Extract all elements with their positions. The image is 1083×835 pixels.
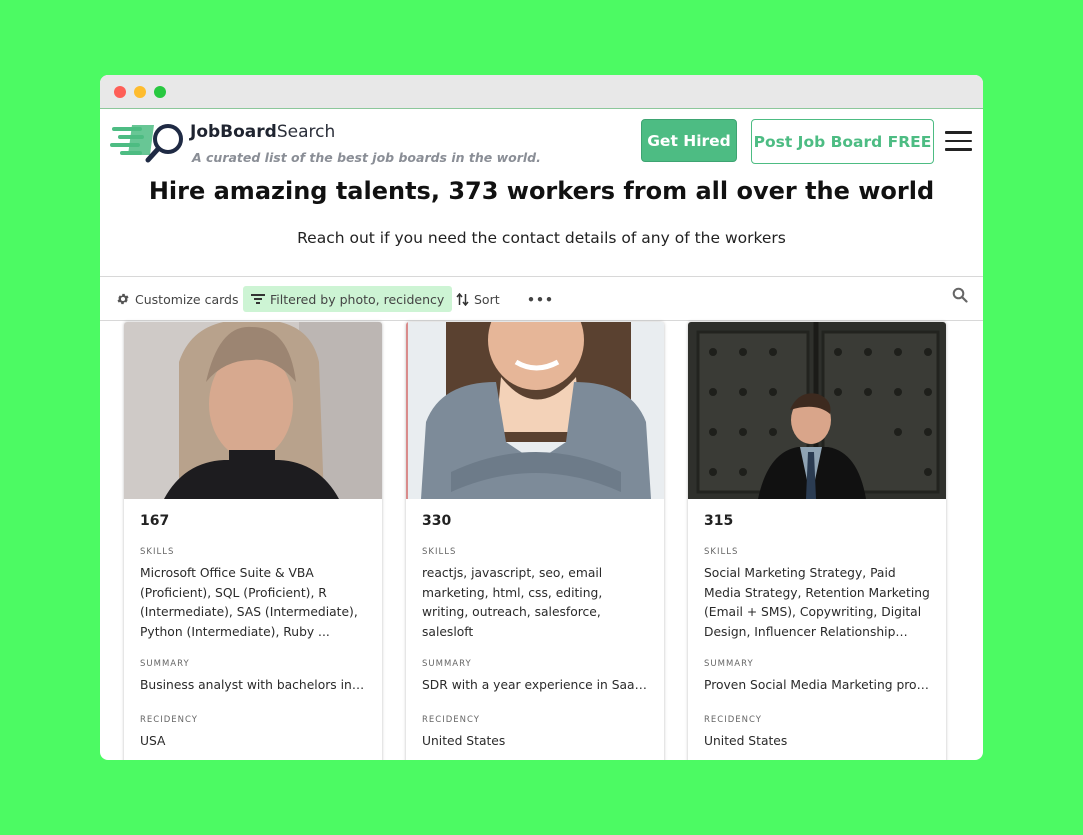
worker-card[interactable]: 315 SKILLS Social Marketing Strategy, Pa…	[688, 322, 946, 760]
logo-search-icon[interactable]	[110, 121, 186, 163]
worker-id: 167	[140, 513, 170, 529]
recidency-label: RECIDENCY	[704, 715, 762, 725]
get-hired-button[interactable]: Get Hired	[641, 119, 737, 162]
site-header: JobBoardSearch A curated list of the bes…	[100, 109, 983, 174]
worker-id: 315	[704, 513, 734, 529]
skills-value: Social Marketing Strategy, Paid Media St…	[704, 566, 930, 639]
sort-arrows-icon	[456, 292, 469, 306]
sort-button[interactable]: Sort	[448, 286, 508, 312]
minimize-window-button[interactable]	[134, 86, 146, 98]
recidency-label: RECIDENCY	[422, 715, 480, 725]
skills-label: SKILLS	[422, 547, 457, 557]
recidency-label: RECIDENCY	[140, 715, 198, 725]
worker-id: 330	[422, 513, 452, 529]
filter-label: Filtered by photo, recidency	[270, 291, 445, 307]
brand-bold: JobBoard	[190, 122, 277, 142]
post-job-board-button[interactable]: Post Job Board FREE	[751, 119, 934, 164]
filter-icon	[251, 294, 265, 304]
view-toolbar: Customize cards Filtered by photo, recid…	[100, 276, 983, 321]
close-window-button[interactable]	[114, 86, 126, 98]
more-options-button[interactable]: •••	[519, 286, 562, 312]
recidency-value: United States	[422, 734, 506, 748]
skills-label: SKILLS	[140, 547, 175, 557]
summary-label: SUMMARY	[422, 659, 472, 669]
sort-label: Sort	[474, 291, 500, 307]
skills-value: reactjs, javascript, seo, email marketin…	[422, 566, 603, 639]
summary-value: Business analyst with bachelors in psy..…	[140, 678, 368, 692]
recidency-value: USA	[140, 734, 166, 748]
skills-label: SKILLS	[704, 547, 739, 557]
brand-light: Search	[276, 122, 336, 142]
page-title: Hire amazing talents, 373 workers from a…	[148, 177, 935, 205]
menu-icon[interactable]	[945, 131, 972, 151]
window-titlebar	[100, 75, 983, 109]
worker-card[interactable]: 330 SKILLS reactjs, javascript, seo, ema…	[406, 322, 664, 760]
customize-cards-button[interactable]: Customize cards	[108, 286, 247, 312]
tagline: A curated list of the best job boards in…	[192, 150, 541, 165]
summary-label: SUMMARY	[704, 659, 754, 669]
page-subtitle: Reach out if you need the contact detail…	[297, 229, 786, 247]
summary-value: Proven Social Media Marketing profe...	[704, 678, 932, 692]
maximize-window-button[interactable]	[154, 86, 166, 98]
worker-photo	[688, 322, 946, 499]
worker-card[interactable]: 167 SKILLS Microsoft Office Suite & VBA …	[124, 322, 382, 760]
browser-window: JobBoardSearch A curated list of the bes…	[100, 75, 983, 760]
recidency-value: United States	[704, 734, 788, 748]
gear-icon	[117, 293, 129, 305]
summary-label: SUMMARY	[140, 659, 190, 669]
skills-value: Microsoft Office Suite & VBA (Proficient…	[140, 566, 358, 639]
worker-photo	[124, 322, 382, 499]
search-icon[interactable]	[952, 287, 968, 303]
customize-cards-label: Customize cards	[135, 291, 239, 307]
worker-photo	[406, 322, 664, 499]
brand-name[interactable]: JobBoardSearch	[190, 122, 335, 142]
summary-value: SDR with a year experience in SaaS sa...	[422, 678, 650, 692]
filter-button[interactable]: Filtered by photo, recidency	[243, 286, 453, 312]
